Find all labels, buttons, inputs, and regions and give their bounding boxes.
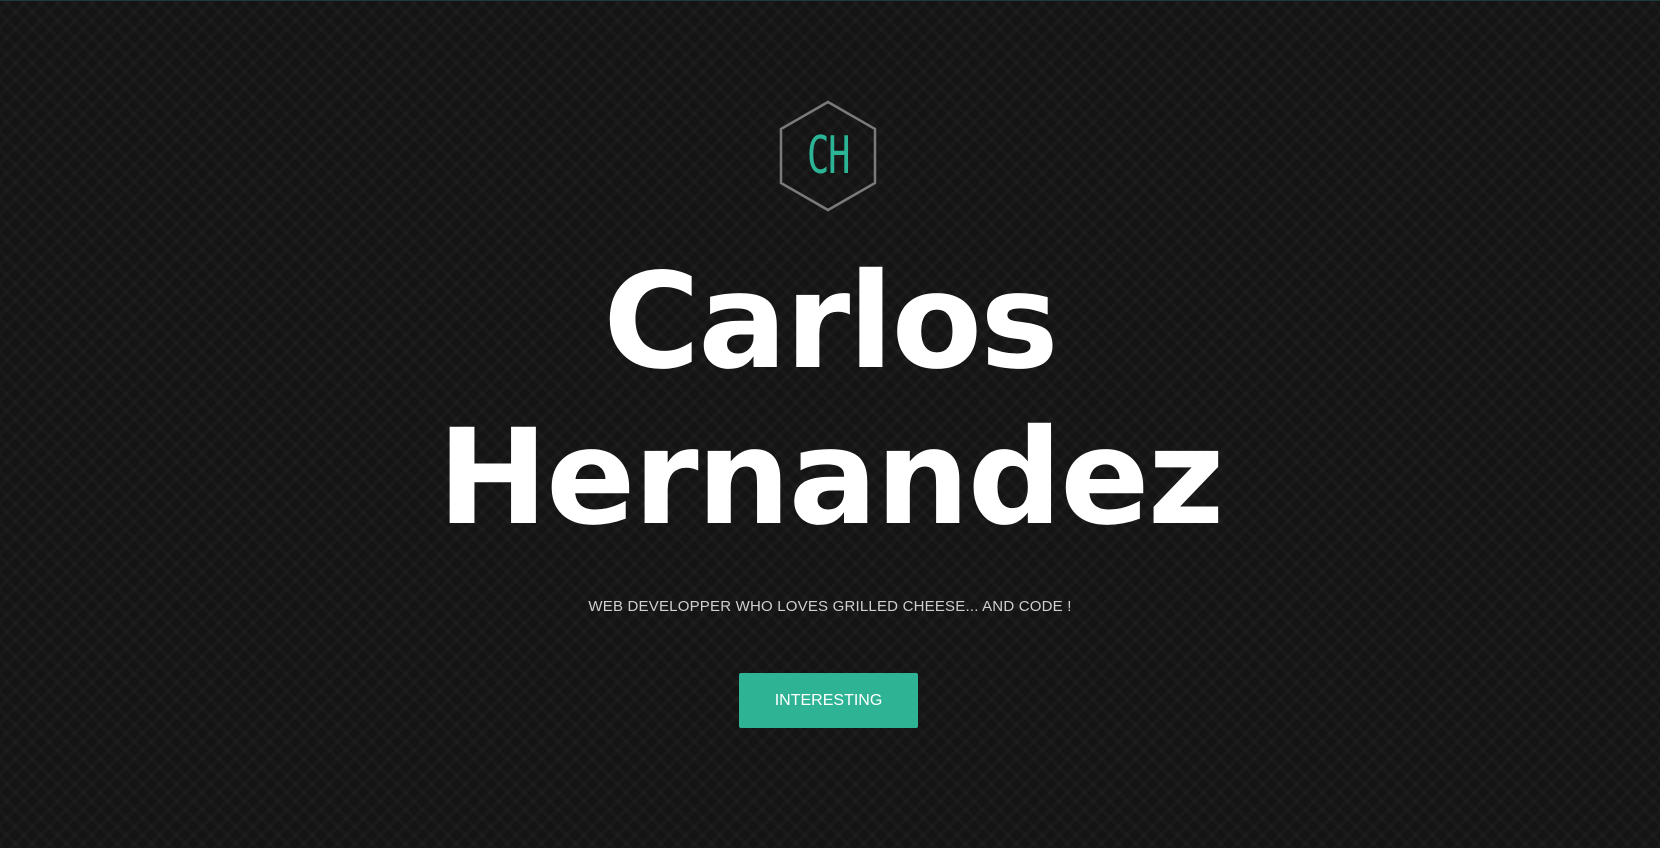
logo-initials: CH bbox=[806, 126, 851, 186]
hero-first-name: Carlos bbox=[603, 245, 1059, 399]
hero-section: CH Carlos Hernandez WEB DEVELOPPER WHO L… bbox=[0, 0, 1660, 848]
hero-last-name: Hernandez bbox=[437, 401, 1225, 555]
interesting-button[interactable]: INTERESTING bbox=[739, 673, 918, 728]
hero-tagline: WEB DEVELOPPER WHO LOVES GRILLED CHEESE.… bbox=[588, 598, 1072, 615]
logo: CH bbox=[778, 100, 878, 212]
